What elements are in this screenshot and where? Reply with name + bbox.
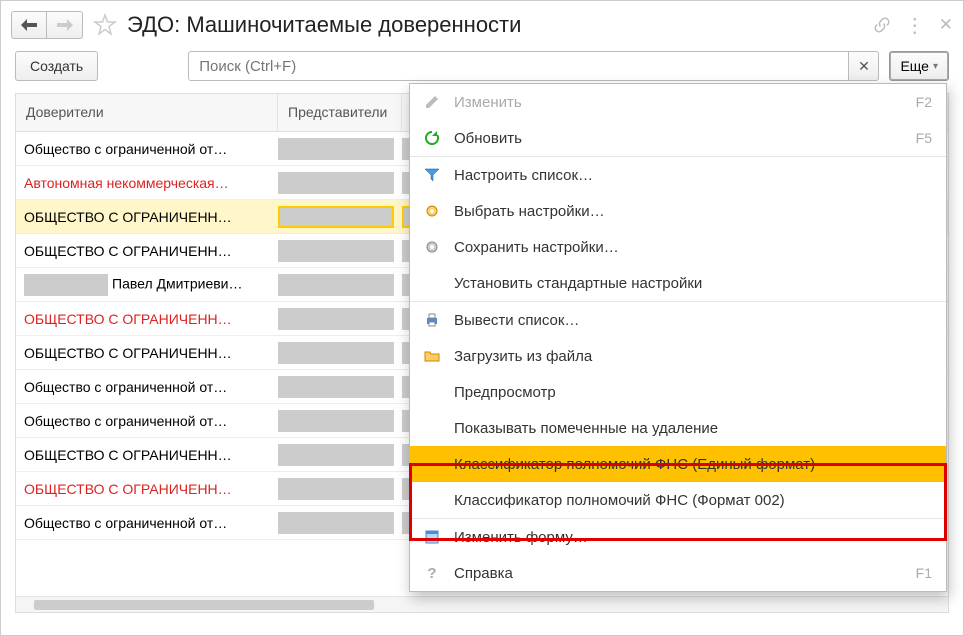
redacted-block xyxy=(278,512,394,534)
cell-principal: Общество с ограниченной от… xyxy=(16,141,278,157)
cell-representative xyxy=(278,410,402,432)
menu-item-label: Вывести список… xyxy=(454,312,890,329)
cell-principal: ОБЩЕСТВО С ОГРАНИЧЕНН… xyxy=(16,209,278,225)
favorite-star-icon[interactable] xyxy=(93,13,117,37)
kebab-icon[interactable]: ⋮ xyxy=(905,13,925,38)
forward-button[interactable] xyxy=(47,11,83,39)
menu-item-label: Справка xyxy=(454,565,890,582)
menu-item[interactable]: Вывести список… xyxy=(410,302,946,338)
cell-representative xyxy=(278,274,402,296)
redacted-block xyxy=(24,274,108,296)
menu-item[interactable]: Выбрать настройки… xyxy=(410,193,946,229)
menu-item-label: Показывать помеченные на удаление xyxy=(454,420,890,437)
cell-representative xyxy=(278,138,402,160)
redacted-block xyxy=(278,444,394,466)
menu-item[interactable]: Сохранить настройки… xyxy=(410,229,946,265)
more-label: Еще xyxy=(900,58,929,74)
menu-item[interactable]: Загрузить из файла xyxy=(410,338,946,374)
redacted-block xyxy=(278,206,394,228)
cell-representative xyxy=(278,478,402,500)
scroll-thumb[interactable] xyxy=(34,600,374,610)
menu-item[interactable]: Классификатор полномочий ФНС (Формат 002… xyxy=(410,482,946,518)
folder-icon xyxy=(410,348,454,364)
cell-principal: Павел Дмитриеви… xyxy=(16,274,278,296)
cell-principal: Общество с ограниченной от… xyxy=(16,413,278,429)
page-title: ЭДО: Машиночитаемые доверенности xyxy=(127,12,873,38)
menu-item[interactable]: Предпросмотр xyxy=(410,374,946,410)
cell-principal: Общество с ограниченной от… xyxy=(16,379,278,395)
arrow-left-icon xyxy=(21,19,37,31)
redacted-block xyxy=(278,308,394,330)
cell-representative xyxy=(278,444,402,466)
close-icon[interactable]: ✕ xyxy=(939,15,953,35)
menu-item[interactable]: Классификатор полномочий ФНС (Единый фор… xyxy=(410,446,946,482)
filter-icon xyxy=(410,167,454,183)
more-button[interactable]: Еще ▾ xyxy=(889,51,949,81)
cell-principal: ОБЩЕСТВО С ОГРАНИЧЕНН… xyxy=(16,481,278,497)
clear-search-button[interactable]: ✕ xyxy=(849,51,879,81)
menu-item[interactable]: Настроить список… xyxy=(410,157,946,193)
horizontal-scrollbar[interactable] xyxy=(16,596,948,612)
pencil-icon xyxy=(410,94,454,110)
refresh-icon xyxy=(410,130,454,146)
create-button[interactable]: Создать xyxy=(15,51,98,81)
cell-principal: ОБЩЕСТВО С ОГРАНИЧЕНН… xyxy=(16,345,278,361)
menu-item[interactable]: Установить стандартные настройки xyxy=(410,265,946,301)
chevron-down-icon: ▾ xyxy=(933,61,938,72)
column-header-representatives[interactable]: Представители xyxy=(278,94,402,131)
menu-item[interactable]: Показывать помеченные на удаление xyxy=(410,410,946,446)
menu-item[interactable]: ОбновитьF5 xyxy=(410,120,946,156)
menu-item-label: Предпросмотр xyxy=(454,384,890,401)
cell-principal: ОБЩЕСТВО С ОГРАНИЧЕНН… xyxy=(16,243,278,259)
menu-item[interactable]: ?СправкаF1 xyxy=(410,555,946,591)
form-icon xyxy=(410,529,454,545)
cell-representative xyxy=(278,342,402,364)
redacted-block xyxy=(278,138,394,160)
menu-item-shortcut: F1 xyxy=(890,565,946,581)
redacted-block xyxy=(278,410,394,432)
menu-item-label: Настроить список… xyxy=(454,167,890,184)
menu-item-label: Загрузить из файла xyxy=(454,348,890,365)
back-button[interactable] xyxy=(11,11,47,39)
gear-open-icon xyxy=(410,203,454,219)
column-header-principals[interactable]: Доверители xyxy=(16,94,278,131)
redacted-block xyxy=(278,376,394,398)
cell-representative xyxy=(278,308,402,330)
menu-item-label: Установить стандартные настройки xyxy=(454,275,890,292)
cell-representative xyxy=(278,206,402,228)
menu-item-label: Выбрать настройки… xyxy=(454,203,890,220)
cell-representative xyxy=(278,172,402,194)
redacted-block xyxy=(278,172,394,194)
cell-representative xyxy=(278,376,402,398)
menu-item-label: Изменить форму… xyxy=(454,529,890,546)
menu-item-label: Обновить xyxy=(454,130,890,147)
cell-principal: Автономная некоммерческая… xyxy=(16,175,278,191)
menu-item-label: Изменить xyxy=(454,94,890,111)
help-icon: ? xyxy=(410,565,454,582)
cell-representative xyxy=(278,240,402,262)
cell-principal: ОБЩЕСТВО С ОГРАНИЧЕНН… xyxy=(16,447,278,463)
menu-item[interactable]: Изменить форму… xyxy=(410,519,946,555)
cell-principal: Общество с ограниченной от… xyxy=(16,515,278,531)
gear-save-icon xyxy=(410,239,454,255)
menu-item-label: Сохранить настройки… xyxy=(454,239,890,256)
menu-item-shortcut: F5 xyxy=(890,130,946,146)
menu-item-label: Классификатор полномочий ФНС (Единый фор… xyxy=(454,456,890,473)
redacted-block xyxy=(278,274,394,296)
menu-item-label: Классификатор полномочий ФНС (Формат 002… xyxy=(454,492,890,509)
redacted-block xyxy=(278,478,394,500)
cell-principal: ОБЩЕСТВО С ОГРАНИЧЕНН… xyxy=(16,311,278,327)
cell-representative xyxy=(278,512,402,534)
print-icon xyxy=(410,312,454,328)
menu-item-shortcut: F2 xyxy=(890,94,946,110)
search-input[interactable] xyxy=(188,51,849,81)
more-dropdown-menu: ИзменитьF2ОбновитьF5Настроить список…Выб… xyxy=(409,83,947,592)
arrow-right-icon xyxy=(57,19,73,31)
menu-item: ИзменитьF2 xyxy=(410,84,946,120)
link-icon[interactable] xyxy=(873,16,891,34)
redacted-block xyxy=(278,240,394,262)
redacted-block xyxy=(278,342,394,364)
